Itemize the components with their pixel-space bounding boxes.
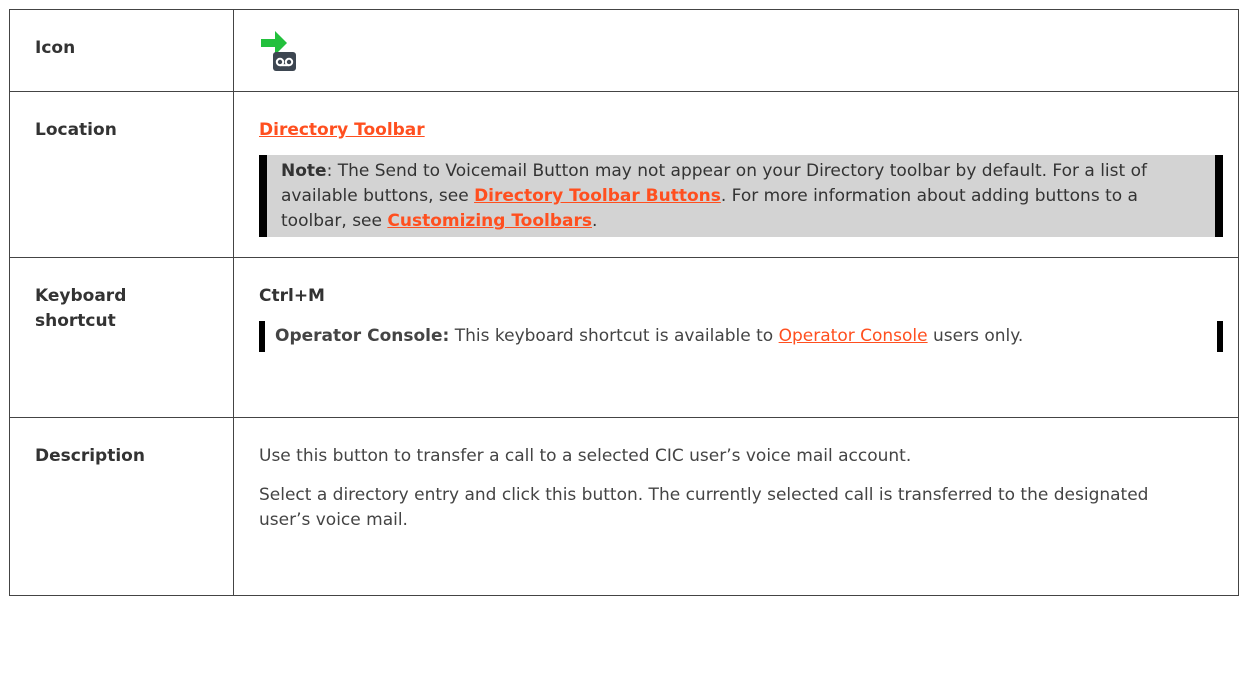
location-note: Note: The Send to Voicemail Button may n… <box>259 155 1223 237</box>
label-description: Description <box>9 417 234 596</box>
row-keyboard-shortcut: Keyboard shortcut Ctrl+M Operator Consol… <box>9 257 1239 418</box>
note-lead: Note <box>281 161 327 181</box>
shortcut-note: Operator Console: This keyboard shortcut… <box>259 321 1223 352</box>
link-directory-toolbar-buttons[interactable]: Directory Toolbar Buttons <box>474 186 721 206</box>
label-keyboard-shortcut: Keyboard shortcut <box>9 257 234 418</box>
shortcut-note-lead: Operator Console: <box>275 326 450 346</box>
link-operator-console[interactable]: Operator Console <box>779 326 928 346</box>
link-customizing-toolbars[interactable]: Customizing Toolbars <box>387 211 592 231</box>
reference-table: Icon Location Directory Toolbar Note: Th… <box>9 9 1239 596</box>
description-para-2: Select a directory entry and click this … <box>259 485 1149 530</box>
note-text-3: . <box>592 211 598 231</box>
label-icon: Icon <box>9 9 234 92</box>
shortcut-cell: Ctrl+M Operator Console: This keyboard s… <box>233 257 1239 418</box>
row-description: Description Use this button to transfer … <box>9 417 1239 596</box>
label-location: Location <box>9 91 234 258</box>
row-location: Location Directory Toolbar Note: The Sen… <box>9 91 1239 258</box>
shortcut-note-text-2: users only. <box>927 326 1024 346</box>
shortcut-note-text-1: This keyboard shortcut is available to <box>449 326 779 346</box>
send-to-voicemail-icon <box>259 28 299 72</box>
description-para-1: Use this button to transfer a call to a … <box>259 446 912 466</box>
location-cell: Directory Toolbar Note: The Send to Voic… <box>233 91 1239 258</box>
icon-cell <box>233 9 1239 92</box>
description-cell: Use this button to transfer a call to a … <box>233 417 1239 596</box>
row-icon: Icon <box>9 9 1239 92</box>
link-directory-toolbar[interactable]: Directory Toolbar <box>259 120 425 140</box>
shortcut-keys: Ctrl+M <box>259 286 325 306</box>
